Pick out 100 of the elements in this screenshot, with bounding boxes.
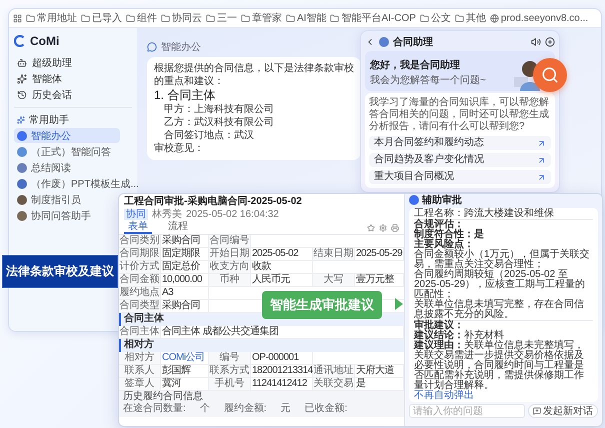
section-header: 相对方 [119,339,404,352]
callout-banner: 智能生成审批建议 [262,291,382,319]
assistant-item[interactable]: 智能办公 [14,128,120,143]
sparkle-icon [17,116,25,124]
field-label: 签章人 [119,378,161,391]
review-text: 合同履约周期较短（2025-05-02 至 2025-05-29），应核查工期与工程量的匹配性； [414,270,586,300]
field-label: 联系方式 [209,365,251,378]
folder-icon [126,14,135,22]
tab[interactable]: 流程 [164,221,192,234]
history-field: 元 [280,403,291,415]
chat-plus-icon [533,407,541,415]
field-label: 开始日期 [209,248,251,261]
section-title: 常用助手 [14,107,132,127]
timestamp: 2025-05-02 16:04:32 [186,209,279,220]
assistant-item[interactable]: 制度指引员 [14,192,120,207]
sparkle-icon [17,74,27,84]
history-field: 已收金额: [304,403,348,415]
search-icon [541,66,559,84]
folder-icon [286,14,295,22]
new-chat-button[interactable]: 发起新对话 [528,404,598,418]
folder-icon [241,14,250,22]
field-label: 结束日期 [313,248,355,261]
review-text: 工程名称：跨流大楼建设和维保 [414,209,555,219]
review-heading: 制度符合性：是 [414,230,485,240]
bookmark[interactable]: AI智能 [286,11,326,25]
avatar-icon [409,195,419,205]
star-icon[interactable] [367,224,375,232]
speaker-icon[interactable] [531,37,541,47]
folder-icon [26,14,35,22]
assistant-item[interactable]: 协同问答助手 [14,208,120,223]
arrow-icon [537,156,546,164]
suggestion-item[interactable]: 合同趋势及客户变化情况 [369,153,551,167]
nav-item[interactable]: 智能体 [14,71,132,86]
settings-icon[interactable] [379,224,387,232]
history-icon [17,90,27,100]
review-text: 合同金额较小（1万元），但属于关联交易，需重点关注交易合理性； [414,250,591,270]
field-value: A3 [161,287,209,300]
review-heading: 审批建议： [414,321,464,331]
apps-icon[interactable] [13,14,22,22]
folder-icon [81,14,90,22]
suggestion-item[interactable]: 重大项目合同概况 [369,170,551,184]
field-label: 编号 [209,352,251,365]
bookmark[interactable]: 公文 [420,11,451,25]
review-text: 建议理由：关联单位信息未完整填写，关联交易需进一步提供交易价格依据及必要性说明，合同履约时间与工程量是否匹配需补充说明，需提供保修期工作量计划合理解释。 [414,341,585,391]
review-heading: 主要风险点： [414,240,474,250]
field-label: 通讯地址 [313,365,355,378]
field-label: 合同金额 [119,274,161,287]
field-label: 合同期限 [119,248,161,261]
field-label: 合同类别 [119,235,161,248]
message-line: 合同签订地点：武汉 [163,129,255,142]
greeting-title: 您好，我是合同助理 [370,58,461,72]
printer-icon[interactable] [391,224,399,232]
form-title: 工程合同审批-采购电脑合同-2025-05-02 [124,196,303,208]
field-label: 计价方式 [119,261,161,274]
add-icon[interactable] [545,37,555,47]
chat-icon [147,42,157,52]
suggestion-item[interactable]: 本月合同签约和履约动态 [369,136,551,150]
callout-pointer [395,298,403,310]
question-input[interactable]: 请输入你的问题 [409,404,525,418]
tag: 协同 [124,209,148,220]
bookmark[interactable]: 组件 [126,11,157,25]
field-label: 手机号 [209,378,251,391]
folder-icon [454,14,464,22]
dismiss-link[interactable]: 不再自动弹出 [414,391,593,401]
bookmark[interactable]: 已导入 [81,11,122,25]
bookmark[interactable]: 智能平台AI-COP [330,11,416,25]
folder-icon [161,14,170,22]
field-label: 大写 [313,274,355,287]
folder-icon [420,14,429,22]
intro-text: 我学习了海量的合同知识库，可以帮您解答合同相关的问题，同时还可以帮您生成分析报告，请问有什么可以帮到您? [369,97,550,133]
bookmark[interactable]: 章管家 [241,11,282,25]
field-label: 联系人 [119,365,161,378]
field-label: 关联交易 [313,378,355,391]
logo-text: CoMi [30,34,60,48]
bookmark[interactable]: 其他 [454,11,486,25]
message-text: 根据您提供的合同信息，以下是法律条款审校的重点和建议： [154,62,354,88]
bookmark[interactable]: prod.seeyonv8.co... [490,12,588,24]
review-heading: 合规评估： [414,220,465,230]
field-value: 收款 [251,261,313,274]
assistant-item[interactable]: 总结阅读 [14,160,120,175]
nav-item[interactable]: 历史会话 [14,87,132,102]
history-field: 在途合同数量: [123,403,186,415]
nav-item[interactable]: 超级助理 [14,55,132,70]
message-line: 乙方：武汉科技有限公司 [163,116,275,129]
history-field: 履约金额: [224,403,267,415]
assistant-item[interactable]: （正式）智能问答 [14,144,120,159]
arrow-icon [537,172,546,182]
assistant-item[interactable]: （作废）PPT模板生成... [14,176,142,191]
panel-title: 辅助审批 [422,194,462,207]
avatar-icon [379,37,389,47]
bookmark[interactable]: 三一 [206,11,237,25]
folder-icon [330,14,340,22]
field-label: 合同编号 [209,235,251,248]
field-label: 合同主体 [119,326,161,339]
arrow-icon [537,138,546,148]
robot-icon [17,58,27,68]
history-title: 历史履约合同信息 [123,391,204,403]
field-value: OP-000001 [251,352,313,365]
bookmark[interactable]: 协同云 [161,11,202,25]
bookmark[interactable]: 常用地址 [26,11,77,25]
